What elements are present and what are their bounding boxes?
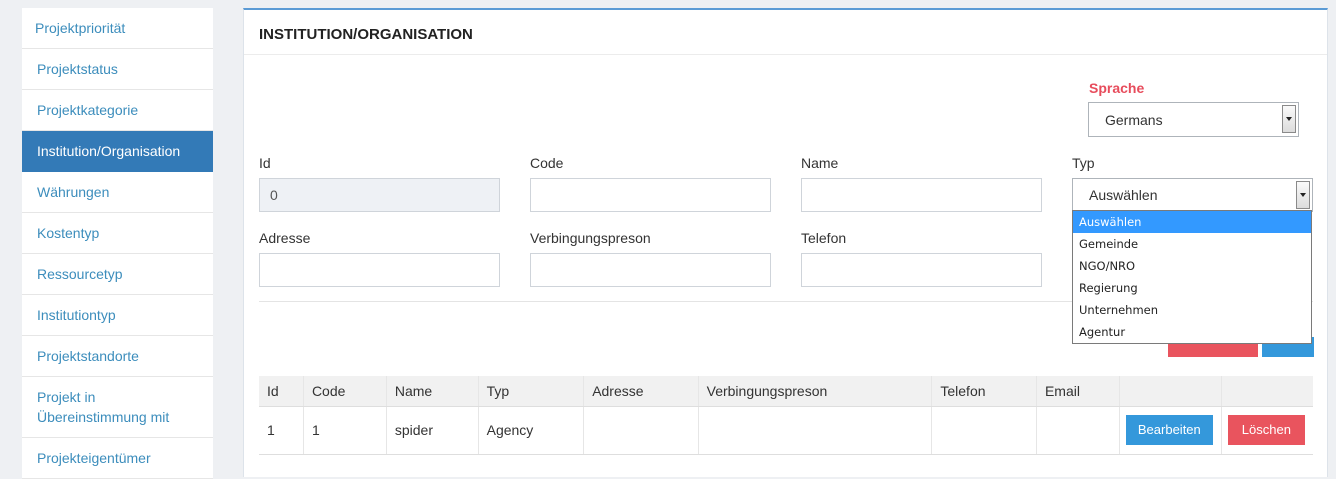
sidebar-item-projektstatus[interactable]: Projektstatus (22, 49, 213, 90)
typ-select-value: Auswählen (1089, 187, 1158, 203)
sidebar-item-institution-organisation[interactable]: Institution/Organisation (22, 131, 213, 172)
column-header: Typ (477, 376, 584, 407)
table-header-row: Id Code Name Typ Adresse Verbingungspres… (259, 376, 1313, 407)
typ-label: Typ (1072, 155, 1095, 171)
sidebar-item-kostentyp[interactable]: Kostentyp (22, 213, 213, 254)
sidebar-item-projekteigentumer[interactable]: Projekteigentümer (22, 438, 213, 479)
verbindung-input[interactable] (530, 253, 771, 287)
telefon-input[interactable] (801, 253, 1042, 287)
code-label: Code (530, 155, 564, 171)
typ-select[interactable]: Auswählen (1072, 178, 1313, 212)
column-header: Name (385, 376, 479, 407)
typ-option[interactable]: NGO/NRO (1073, 255, 1311, 277)
page-title: INSTITUTION/ORGANISATION (259, 26, 473, 43)
column-header: Id (259, 376, 304, 407)
column-header: Verbingungspreson (697, 376, 932, 407)
cell-adresse (583, 406, 699, 455)
title-divider (244, 54, 1327, 55)
sidebar-item-projektstandorte[interactable]: Projektstandorte (22, 336, 213, 377)
column-header (1118, 376, 1222, 407)
sidebar: Projektpriorität Projektstatus Projektka… (22, 8, 213, 479)
sidebar-item-projektkategorie[interactable]: Projektkategorie (22, 90, 213, 131)
verbindung-label: Verbingungspreson (530, 230, 651, 246)
typ-option[interactable]: Auswählen (1073, 211, 1311, 233)
typ-option[interactable]: Unternehmen (1073, 299, 1311, 321)
column-header: Code (302, 376, 387, 407)
typ-option[interactable]: Agentur (1073, 321, 1311, 343)
adresse-label: Adresse (259, 230, 311, 246)
typ-dropdown-list: Auswählen Gemeinde NGO/NRO Regierung Unt… (1072, 210, 1312, 344)
typ-option[interactable]: Gemeinde (1073, 233, 1311, 255)
cell-typ: Agency (477, 406, 584, 455)
typ-option[interactable]: Regierung (1073, 277, 1311, 299)
sidebar-item-projektprioritat[interactable]: Projektpriorität (22, 8, 213, 49)
code-input[interactable] (530, 178, 771, 212)
sidebar-item-ressourcetyp[interactable]: Ressourcetyp (22, 254, 213, 295)
cell-delete: Löschen (1220, 406, 1313, 455)
chevron-down-icon (1282, 105, 1296, 133)
delete-button[interactable]: Löschen (1227, 415, 1305, 445)
name-label: Name (801, 155, 839, 171)
cell-edit: Bearbeiten (1118, 406, 1222, 455)
sidebar-item-projekt-ubereinstimmung[interactable]: Projekt in Übereinstimmung mit (22, 377, 213, 438)
sidebar-item-wahrungen[interactable]: Währungen (22, 172, 213, 213)
language-label: Sprache (1089, 80, 1145, 96)
cell-verbindung (697, 406, 932, 455)
edit-button[interactable]: Bearbeiten (1125, 415, 1213, 445)
sidebar-item-institutiontyp[interactable]: Institutiontyp (22, 295, 213, 336)
chevron-down-icon (1296, 181, 1310, 209)
language-select-value: Germans (1105, 111, 1163, 128)
cell-code: 1 (302, 406, 387, 455)
cell-telefon (931, 406, 1037, 455)
column-header: Adresse (583, 376, 699, 407)
cell-name: spider (385, 406, 479, 455)
column-header: Telefon (931, 376, 1037, 407)
id-field: 0 (259, 178, 500, 212)
column-header: Email (1035, 376, 1120, 407)
adresse-input[interactable] (259, 253, 500, 287)
cell-email (1035, 406, 1120, 455)
telefon-label: Telefon (801, 230, 847, 246)
name-input[interactable] (801, 178, 1042, 212)
id-label: Id (259, 155, 271, 171)
column-header (1220, 376, 1313, 407)
table-row: 1 1 spider Agency Bearbeiten Löschen (259, 406, 1313, 455)
language-select[interactable]: Germans (1088, 102, 1299, 137)
data-table: Id Code Name Typ Adresse Verbingungspres… (259, 376, 1313, 455)
cell-id: 1 (259, 406, 304, 455)
